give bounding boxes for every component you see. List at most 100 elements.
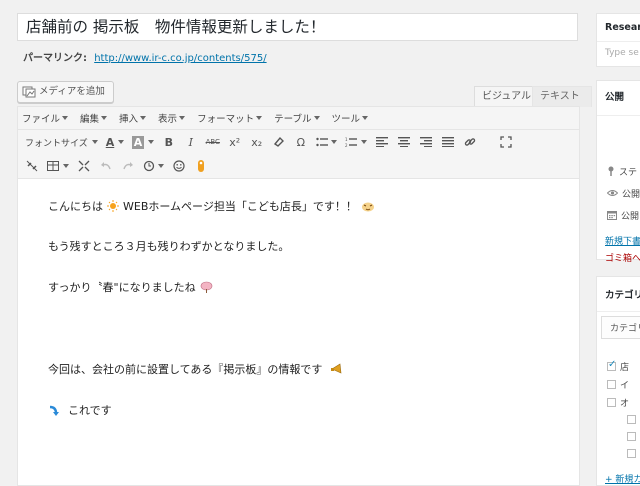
menu-label: 表示 [158, 114, 178, 125]
chevron-down-icon [179, 116, 186, 120]
menu-format[interactable]: フォーマット [197, 111, 263, 125]
category-item[interactable]: オ [597, 393, 640, 411]
permalink-link[interactable]: http://www.ir-c.co.jp/contents/575/ [94, 53, 266, 64]
content-line-2: もう残すところ３月も残りわずかとなりました。 [48, 238, 289, 254]
unlink-button[interactable] [22, 156, 42, 176]
publish-panel: 公開 ステ 公開 公開 新規下書 ゴミ箱へ [596, 80, 640, 264]
category-checkbox[interactable] [607, 397, 616, 407]
menu-label: 挿入 [119, 114, 139, 125]
category-item[interactable]: イ [597, 375, 640, 393]
media-icon [22, 86, 36, 98]
category-checkbox[interactable] [627, 432, 636, 441]
category-label: イ [620, 380, 630, 391]
menu-insert[interactable]: 挿入 [119, 111, 147, 125]
fullscreen-button[interactable] [496, 132, 516, 152]
publish-visibility-row: 公開 [597, 182, 640, 204]
expand-button[interactable] [74, 156, 94, 176]
fullscreen-icon [500, 136, 512, 148]
chevron-down-icon [101, 116, 108, 120]
face-emoji-icon [361, 200, 374, 212]
research-title: Resear [597, 14, 640, 42]
category-item[interactable] [597, 445, 640, 462]
table-button[interactable] [44, 156, 72, 176]
align-left-icon [375, 137, 388, 147]
justify-button[interactable] [438, 132, 458, 152]
menu-view[interactable]: 表示 [158, 111, 186, 125]
numbered-list-icon: 12 [345, 137, 358, 147]
chevron-down-icon [313, 116, 320, 120]
eye-icon [607, 190, 618, 196]
category-item[interactable] [597, 428, 640, 445]
chevron-down-icon [140, 116, 147, 120]
undo-button[interactable] [96, 156, 116, 176]
category-item[interactable]: 店 [597, 357, 640, 375]
emoji-picker-button[interactable] [191, 156, 211, 176]
subscript-button[interactable]: x₂ [247, 132, 267, 152]
bullet-list-icon [316, 137, 328, 147]
move-to-trash-link[interactable]: ゴミ箱へ [597, 251, 640, 264]
menu-label: フォーマット [197, 114, 255, 125]
align-center-icon [397, 137, 410, 147]
special-char-button[interactable]: Ω [291, 132, 311, 152]
insert-link-button[interactable] [460, 132, 480, 152]
italic-button[interactable]: I [181, 132, 201, 152]
editor-menubar: ファイル 編集 挿入 表示 フォーマット テーブル ツール [18, 107, 579, 130]
chevron-down-icon [331, 140, 338, 144]
post-title-input[interactable]: 店舗前の 掲示板 物件情報更新しました！ [17, 13, 578, 41]
menu-label: 編集 [80, 114, 100, 125]
tab-text[interactable]: テキスト [532, 86, 592, 107]
emoticon-button[interactable] [169, 156, 189, 176]
content-text: すっかり〝春"になりましたね [48, 281, 196, 294]
svg-text:1: 1 [345, 137, 348, 142]
align-left-button[interactable] [372, 132, 392, 152]
category-tab-all[interactable]: カテゴリ [601, 316, 640, 339]
publish-status-row: ステ [597, 160, 640, 182]
align-right-button[interactable] [416, 132, 436, 152]
category-checkbox[interactable] [607, 359, 616, 371]
research-input[interactable]: Type se [597, 42, 640, 64]
date-label: 公開 [621, 211, 640, 222]
superscript-button[interactable]: x² [225, 132, 245, 152]
menu-tools[interactable]: ツール [332, 111, 369, 125]
category-checkbox[interactable] [627, 415, 636, 424]
menu-table[interactable]: テーブル [274, 111, 320, 125]
bullet-list-button[interactable] [313, 132, 341, 152]
font-size-select[interactable]: フォントサイズ [22, 132, 101, 152]
bg-color-button[interactable]: A [129, 132, 157, 152]
bold-button[interactable]: B [159, 132, 179, 152]
strikethrough-button[interactable]: ABC [203, 132, 223, 152]
clock-icon [143, 160, 154, 172]
category-checkbox[interactable] [627, 449, 636, 458]
text-color-icon: A [105, 135, 115, 149]
justify-icon [441, 137, 454, 147]
svg-text:2: 2 [345, 143, 348, 147]
category-label: オ [620, 398, 630, 409]
chevron-down-icon [362, 116, 369, 120]
menu-file[interactable]: ファイル [22, 111, 69, 125]
numbered-list-button[interactable]: 12 [342, 132, 370, 152]
category-checkbox[interactable] [607, 379, 616, 389]
more-tags-button[interactable] [140, 156, 168, 176]
add-new-category-link[interactable]: + 新規カ [597, 472, 640, 485]
add-media-button[interactable]: メディアを追加 [17, 81, 114, 103]
chevron-down-icon [62, 116, 69, 120]
clear-format-button[interactable] [269, 132, 289, 152]
content-line-4: 今回は、会社の前に設置してある『掲示板』の情報です [48, 361, 342, 377]
chevron-down-icon [147, 140, 154, 144]
menu-label: テーブル [274, 114, 312, 125]
editor-frame: ファイル 編集 挿入 表示 フォーマット テーブル ツール フォントサイズ A … [17, 106, 580, 486]
text-color-button[interactable]: A [103, 132, 127, 152]
category-title: カテゴリ [597, 277, 640, 312]
save-draft-link[interactable]: 新規下書 [597, 234, 640, 247]
cherry-blossom-icon [200, 281, 212, 293]
emoji-icon [198, 160, 204, 172]
redo-button[interactable] [118, 156, 138, 176]
category-item[interactable] [597, 411, 640, 428]
publish-date-row: 公開 [597, 204, 640, 226]
chevron-down-icon [256, 116, 263, 120]
align-center-button[interactable] [394, 132, 414, 152]
content-text: これです [68, 404, 112, 417]
align-right-icon [419, 137, 432, 147]
menu-edit[interactable]: 編集 [80, 111, 108, 125]
chevron-down-icon [91, 140, 98, 144]
